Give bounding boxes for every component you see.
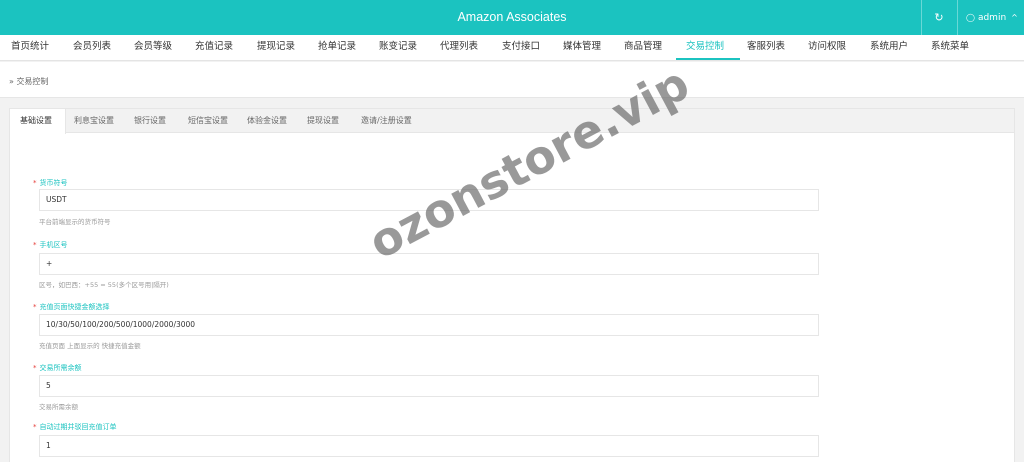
tab-bank[interactable]: 银行设置	[134, 109, 166, 133]
divider	[921, 0, 922, 35]
tab-interest[interactable]: 利息宝设置	[74, 109, 114, 133]
nav-item-media[interactable]: 媒体管理	[563, 35, 601, 61]
chevron-up-icon: ^	[1011, 13, 1018, 22]
user-icon: ◯	[966, 13, 975, 22]
settings-panel: 基础设置 利息宝设置 银行设置 短信宝设置 体验金设置 提现设置 邀请/注册设置…	[9, 108, 1015, 462]
user-name: admin	[977, 13, 1007, 23]
divider	[957, 0, 958, 35]
field-help-area-code: 区号，如巴西：+55 = 55(多个区号用|隔开)	[39, 281, 169, 289]
tab-trial-funds[interactable]: 体验金设置	[247, 109, 287, 133]
nav-item-products[interactable]: 商品管理	[624, 35, 662, 61]
nav-item-orders[interactable]: 抢单记录	[318, 35, 356, 61]
nav-item-members[interactable]: 会员列表	[73, 35, 111, 61]
breadcrumb-text: » 交易控制	[9, 77, 49, 86]
top-bar: Amazon Associates ↻ ◯ admin ^	[0, 0, 1024, 35]
nav-item-balance-changes[interactable]: 账变记录	[379, 35, 417, 61]
field-help-quick-amounts: 充值页面 上面显示的 快捷充值金额	[39, 342, 141, 350]
nav-item-system-menu[interactable]: 系统菜单	[931, 35, 969, 61]
tab-sms[interactable]: 短信宝设置	[188, 109, 228, 133]
field-label-required-balance: * 交易所需余额	[33, 364, 82, 372]
nav-item-support[interactable]: 客服列表	[747, 35, 785, 61]
nav-item-payment[interactable]: 支付接口	[502, 35, 540, 61]
tab-withdraw[interactable]: 提现设置	[307, 109, 339, 133]
currency-input[interactable]: USDT	[39, 189, 819, 211]
quick-amounts-input[interactable]: 10/30/50/100/200/500/1000/2000/3000	[39, 314, 819, 336]
field-help-currency: 平台前端显示的货币符号	[39, 218, 111, 226]
field-label-auto-expire: * 自动过期并驳回充值订单	[33, 423, 117, 431]
area-code-input[interactable]: +	[39, 253, 819, 275]
field-label-currency: * 货币符号	[33, 179, 68, 187]
tab-invite-register[interactable]: 邀请/注册设置	[361, 109, 412, 133]
nav-item-withdraw[interactable]: 提现记录	[257, 35, 295, 61]
tab-basic[interactable]: 基础设置	[10, 109, 66, 134]
main-nav: 首页统计 会员列表 会员等级 充值记录 提现记录 抢单记录 账变记录 代理列表 …	[0, 35, 1024, 61]
nav-item-access[interactable]: 访问权限	[808, 35, 846, 61]
breadcrumb: » 交易控制	[0, 62, 1024, 98]
field-label-area-code: * 手机区号	[33, 241, 68, 249]
nav-item-recharge[interactable]: 充值记录	[195, 35, 233, 61]
required-balance-input[interactable]: 5	[39, 375, 819, 397]
nav-item-member-levels[interactable]: 会员等级	[134, 35, 172, 61]
field-help-required-balance: 交易所需余额	[39, 403, 78, 411]
refresh-icon[interactable]: ↻	[929, 0, 949, 35]
user-menu[interactable]: ◯ admin ^	[966, 0, 1018, 36]
nav-item-home-stats[interactable]: 首页统计	[11, 35, 49, 61]
field-label-quick-amounts: * 充值页面快捷金额选择	[33, 303, 110, 311]
settings-tabs: 基础设置 利息宝设置 银行设置 短信宝设置 体验金设置 提现设置 邀请/注册设置	[10, 109, 1014, 134]
nav-item-system-users[interactable]: 系统用户	[870, 35, 908, 61]
auto-expire-input[interactable]: 1	[39, 435, 819, 457]
active-nav-indicator	[676, 58, 740, 60]
nav-item-agents[interactable]: 代理列表	[440, 35, 478, 61]
app-title: Amazon Associates	[457, 10, 567, 24]
